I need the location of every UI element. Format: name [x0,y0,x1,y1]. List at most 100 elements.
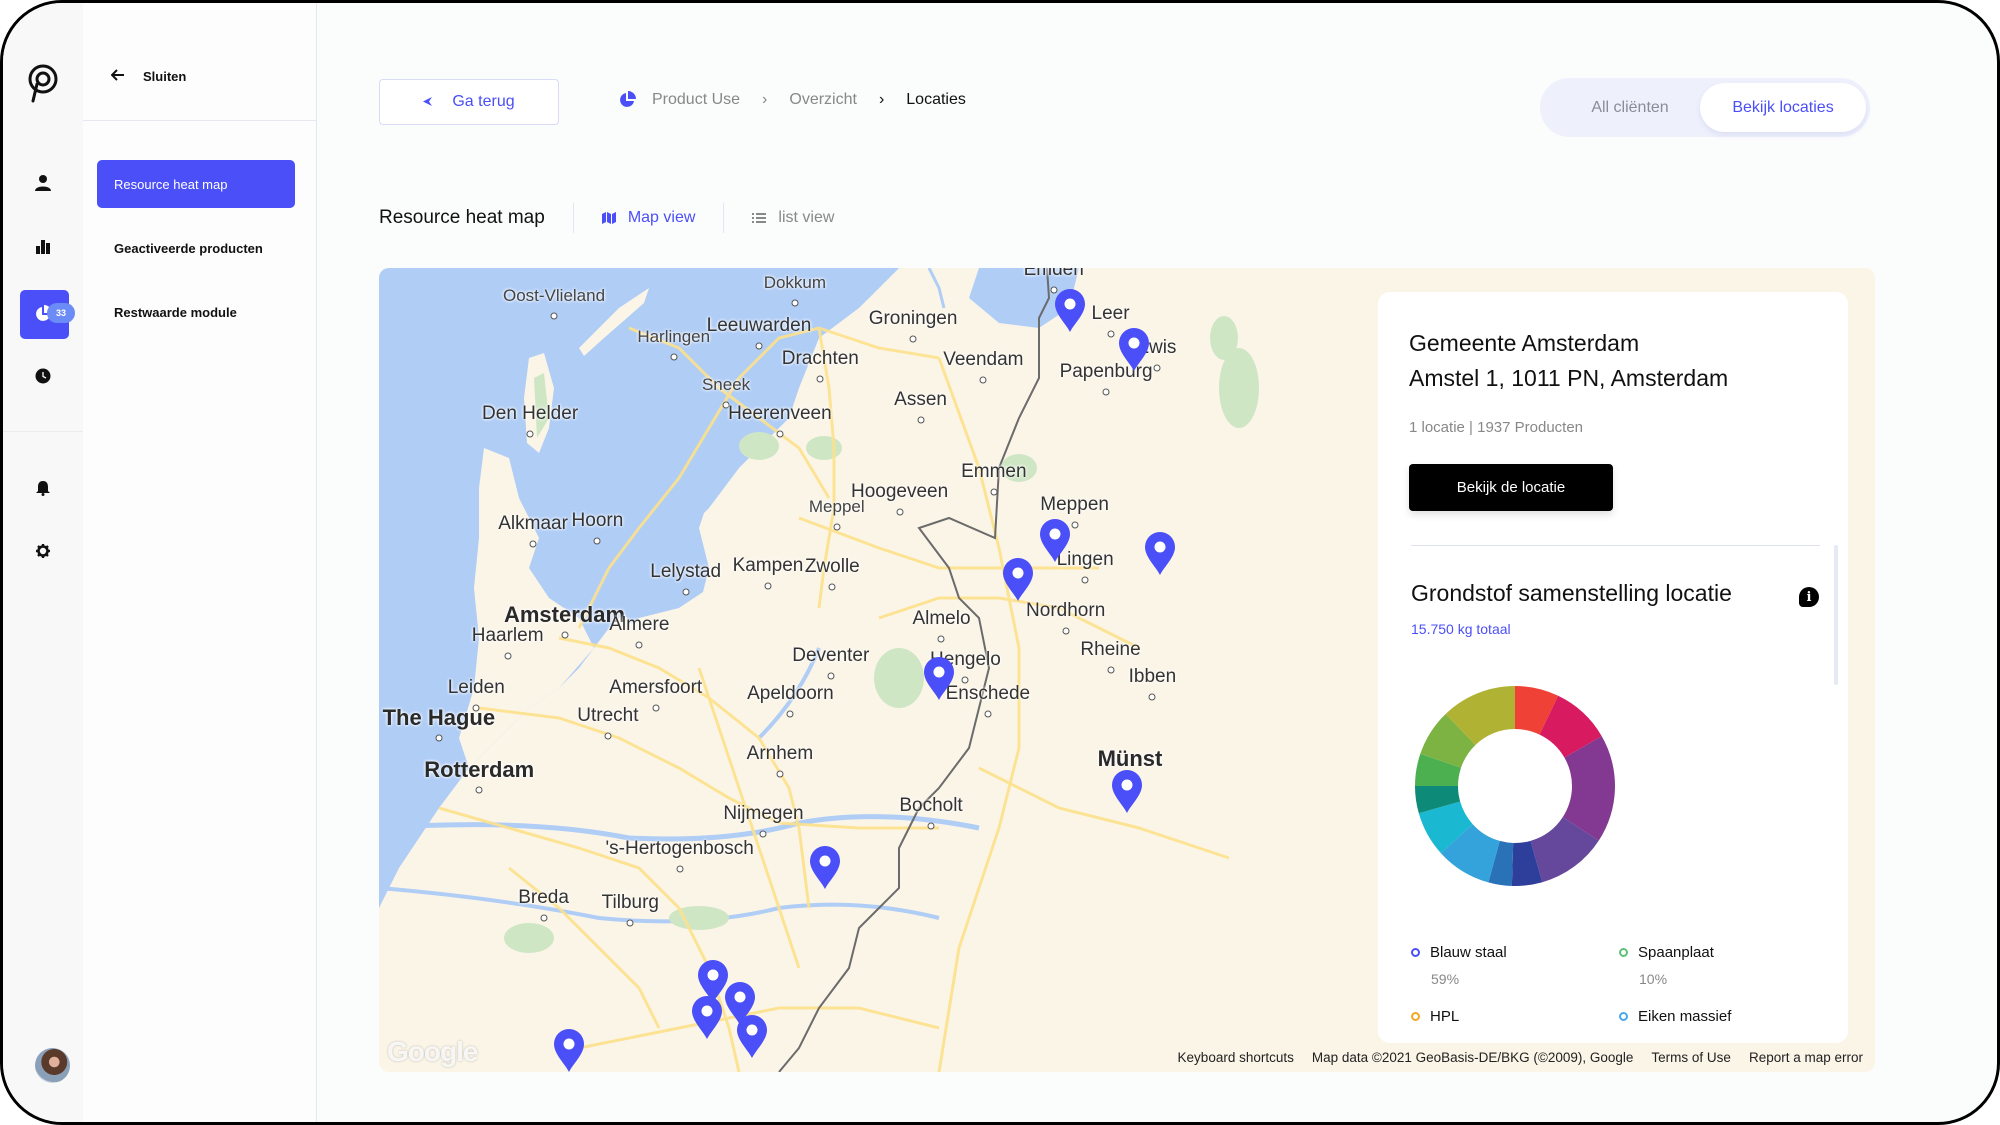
map-city-label: Alkmaar [498,512,568,534]
city-dot-icon [828,583,836,591]
legend-label: Eiken massief [1638,1008,1732,1025]
city-dot-icon [1062,627,1070,634]
legend-percent: 10% [1639,971,1668,987]
location-pin-icon[interactable] [1054,288,1086,332]
location-pin-icon[interactable] [923,656,955,700]
map-city-label: Veendam [943,348,1024,370]
legend-item: Eiken massief [1619,1008,1819,1025]
user-icon[interactable] [34,174,52,192]
subnav-item-restwaarde-module[interactable]: Restwaarde module [97,288,295,336]
map-city-label: Den Helder [482,402,579,424]
view-toggle: All cliënten Bekijk locaties [1540,78,1870,137]
city-dot-icon [827,672,835,680]
tab-list-view[interactable]: list view [752,209,834,227]
map-city-label: Amersfoort [609,677,703,699]
map-city-label: Ibben [1128,666,1177,688]
map-city-label: Harlingen [637,327,711,347]
legend-label: Spaanplaat [1638,944,1714,961]
map-city-label: Emmen [961,461,1027,483]
city-dot-icon [979,376,987,384]
info-icon[interactable]: i [1799,587,1819,607]
legend-dot-icon [1411,1012,1420,1021]
map-city-label: Zwolle [804,556,860,578]
subnav-item-label: Geactiveerde producten [114,240,263,256]
city-dot-icon [540,914,548,922]
location-pin-icon[interactable] [1144,531,1176,576]
city-dot-icon [593,537,601,545]
city-dot-icon [526,430,534,438]
map-city-label: Hoorn [571,510,624,532]
city-dot-icon [561,631,568,639]
gear-icon[interactable] [36,544,50,558]
location-title: Gemeente Amsterdam Amstel 1, 1011 PN, Am… [1409,326,1728,396]
map-city-label: Nordhorn [1026,599,1106,621]
city-dot-icon [670,353,678,361]
user-avatar[interactable] [35,1048,70,1083]
map-city-label: Utrecht [577,704,639,726]
location-info-card: Gemeente Amsterdam Amstel 1, 1011 PN, Am… [1378,292,1848,1043]
view-location-button[interactable]: Bekijk de locatie [1409,464,1613,511]
map-city-label: The Hague [382,705,496,731]
map-city-label: Rotterdam [424,756,535,782]
location-pin-icon[interactable] [1111,769,1143,814]
city-dot-icon [1107,330,1115,338]
map-city-label: Tilburg [601,892,659,914]
icon-rail: 33 [3,3,83,1122]
location-pin-icon[interactable] [553,1028,585,1072]
map-city-label: Groningen [868,307,958,329]
toggle-all-clienten[interactable]: All cliënten [1560,83,1700,132]
title-row: Resource heat map Map view list view [379,203,834,233]
location-pin-icon[interactable] [691,995,723,1040]
keyboard-shortcuts-link[interactable]: Keyboard shortcuts [1178,1050,1294,1065]
city-dot-icon [652,704,660,712]
map-city-label: Drachten [781,347,859,369]
city-dot-icon [786,710,794,718]
location-pin-icon[interactable] [1002,557,1034,601]
breadcrumb-product-use[interactable]: Product Use [652,91,740,109]
back-button[interactable]: Ga terug [379,79,559,125]
logo-icon[interactable] [26,63,60,103]
subnav-item-resource-heat-map[interactable]: Resource heat map [97,160,295,208]
map-data-text: Map data ©2021 GeoBasis-DE/BKG (©2009), … [1311,1049,1634,1065]
legend-label: HPL [1430,1008,1460,1025]
location-pin-icon[interactable] [736,1014,768,1058]
map-city-label: Meppel [808,496,865,516]
city-dot-icon [990,488,998,496]
bell-icon[interactable] [36,480,50,496]
city-dot-icon [816,375,824,383]
map-city-label: Leiden [447,677,505,699]
card-scrollbar[interactable] [1834,545,1838,685]
toggle-bekijk-locaties[interactable]: Bekijk locaties [1700,83,1866,132]
city-dot-icon [909,335,917,343]
composition-donut-chart [1415,686,1615,886]
tab-label: list view [778,209,835,226]
terms-of-use-link[interactable]: Terms of Use [1651,1050,1731,1065]
map-city-label: Almere [609,613,670,635]
subnav-item-geactiveerde-producten[interactable]: Geactiveerde producten [97,224,295,272]
map-city-label: 's-Hertogenbosch [605,838,754,860]
city-dot-icon [917,416,925,424]
bar-chart-icon[interactable] [35,238,51,254]
close-panel-button[interactable]: Sluiten [110,69,186,84]
location-pin-icon[interactable] [1118,327,1150,371]
tab-map-view[interactable]: Map view [601,209,695,227]
city-dot-icon [776,430,784,438]
city-dot-icon [1107,666,1115,674]
legend-dot-icon [1619,1012,1628,1021]
map-city-label: Arnhem [746,742,814,764]
subnav-item-label: Resource heat map [114,176,228,192]
city-dot-icon [927,822,935,830]
city-dot-icon [1148,693,1156,701]
location-meta: 1 locatie | 1937 Producten [1409,419,1584,436]
caret-left-icon [423,93,433,111]
breadcrumb-overzicht[interactable]: Overzicht [789,91,857,109]
map-icon [601,212,616,224]
map-city-label: Enschede [945,683,1031,705]
location-pin-icon[interactable] [1039,518,1071,563]
legend-dot-icon [1619,948,1628,957]
clock-icon[interactable] [35,368,51,384]
location-address: Amstel 1, 1011 PN, Amsterdam [1409,365,1729,391]
report-map-error-link[interactable]: Report a map error [1749,1050,1863,1065]
location-pin-icon[interactable] [809,845,841,890]
city-dot-icon [550,312,558,320]
